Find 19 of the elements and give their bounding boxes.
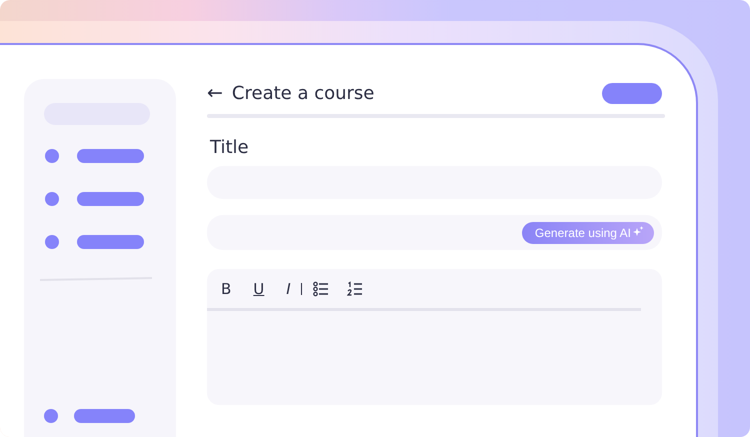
nav-item-placeholder[interactable]	[74, 409, 135, 423]
numbered-list-icon[interactable]	[347, 281, 364, 297]
text-editor[interactable]: B U I	[207, 269, 662, 405]
field-label: Title	[210, 137, 250, 158]
action-button[interactable]	[602, 82, 662, 104]
italic-button[interactable]: I	[286, 280, 291, 298]
bulleted-list-icon[interactable]	[313, 281, 330, 297]
underline-button[interactable]: U	[253, 280, 264, 298]
nav-item-placeholder[interactable]	[77, 235, 144, 249]
nav-item-placeholder[interactable]	[77, 149, 144, 163]
nav-item-placeholder[interactable]	[77, 192, 144, 206]
nav-dot-icon	[45, 149, 59, 163]
page-title: Create a course	[232, 82, 374, 104]
nav-dot-icon	[45, 235, 59, 249]
sparkle-icon	[633, 226, 644, 236]
nav-dot-icon	[44, 409, 58, 423]
back-arrow[interactable]: ←	[207, 82, 223, 104]
bold-button[interactable]: B	[221, 280, 232, 298]
nav-dot-icon	[45, 192, 59, 206]
